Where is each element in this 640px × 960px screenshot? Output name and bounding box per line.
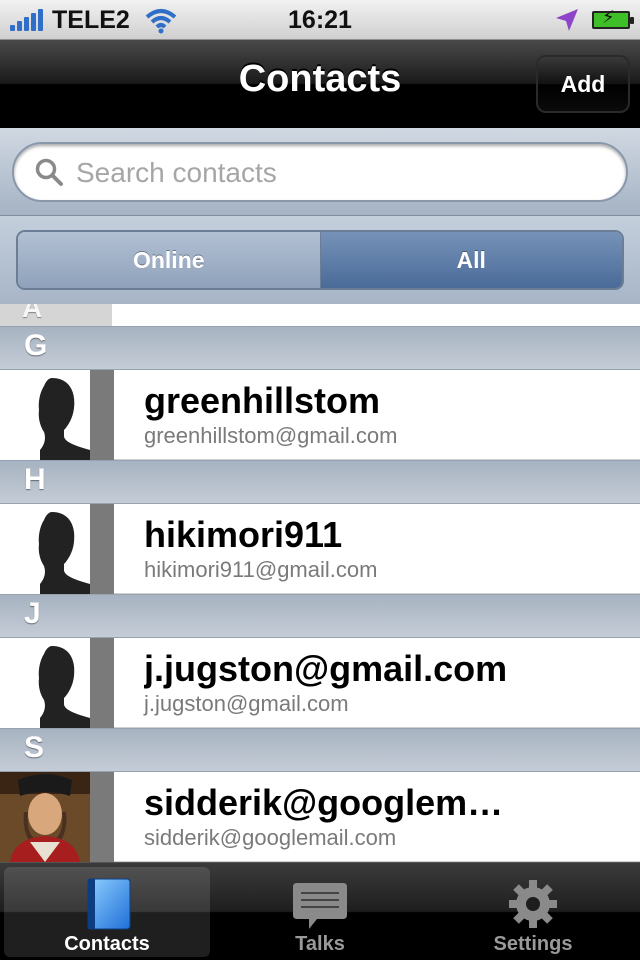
contact-email: j.jugston@gmail.com [144,691,349,716]
section-header-letter: S [24,731,45,764]
contact-name: j.jugston@gmail.com [144,648,508,689]
tab-label: Talks [295,933,345,955]
segment-all[interactable]: All [320,232,622,288]
tab-talks[interactable]: Talks [217,867,423,957]
filter-bar: Online All [0,216,640,304]
tab-contacts[interactable]: Contacts [4,867,210,957]
navigation-bar: Contacts Add [0,40,640,128]
chat-bubble-icon [293,883,347,929]
avatar [0,638,90,728]
section-header-letter: H [24,463,46,496]
search-icon [35,158,63,186]
contact-name: sidderik@googlem… [144,782,504,823]
portrait-photo-avatar [0,772,90,862]
contact-row[interactable]: hikimori911 hikimori911@gmail.com [0,504,640,594]
contact-row[interactable]: sidderik@googlem… sidderik@googlemail.co… [0,772,640,862]
search-bar [0,128,640,216]
battery-icon: ⚡ [592,7,634,29]
tab-label: Contacts [64,933,150,955]
contact-email: hikimori911@gmail.com [144,557,378,582]
contact-email: greenhillstom@gmail.com [144,423,398,448]
contact-list[interactable]: A G greenhillstom greenhillstom@gmail.co… [0,304,640,862]
location-arrow-icon [556,9,578,31]
avatar [0,370,90,460]
address-book-icon [87,878,131,930]
contact-row[interactable]: greenhillstom greenhillstom@gmail.com [0,370,640,460]
online-all-segmented-control: Online All [16,230,624,290]
status-indicator-bar [90,772,114,862]
avatar [0,504,90,594]
status-time: 16:21 [288,6,352,34]
section-header-letter: G [24,329,48,362]
section-header-letter: J [24,597,41,630]
contact-name: hikimori911 [144,514,343,555]
person-silhouette-icon [38,646,90,728]
tab-settings[interactable]: Settings [430,867,636,957]
section-header: H [0,460,640,504]
tab-label: Settings [493,933,573,955]
search-input[interactable] [76,153,596,193]
avatar [0,304,112,326]
person-silhouette-icon [38,378,90,460]
add-contact-button[interactable]: Add [536,55,630,113]
status-bar: TELE2 16:21 ⚡ [0,0,640,40]
person-silhouette-icon [38,512,90,594]
avatar [0,772,90,862]
segment-online[interactable]: Online [18,232,321,288]
status-indicator-bar [90,504,114,594]
gear-icon [509,880,557,928]
status-indicator-bar [90,638,114,728]
section-header: J [0,594,640,638]
partial-contact-row[interactable] [0,304,640,326]
contact-email: sidderik@googlemail.com [144,825,397,850]
contact-row[interactable]: j.jugston@gmail.com j.jugston@gmail.com [0,638,640,728]
contact-name: greenhillstom [144,380,381,421]
section-header: G [0,326,640,370]
status-indicator-bar [90,370,114,460]
section-header-letter: A [22,304,43,323]
tab-bar: Contacts Talks Settings [0,862,640,960]
section-header: S [0,728,640,772]
search-field[interactable] [12,142,628,202]
